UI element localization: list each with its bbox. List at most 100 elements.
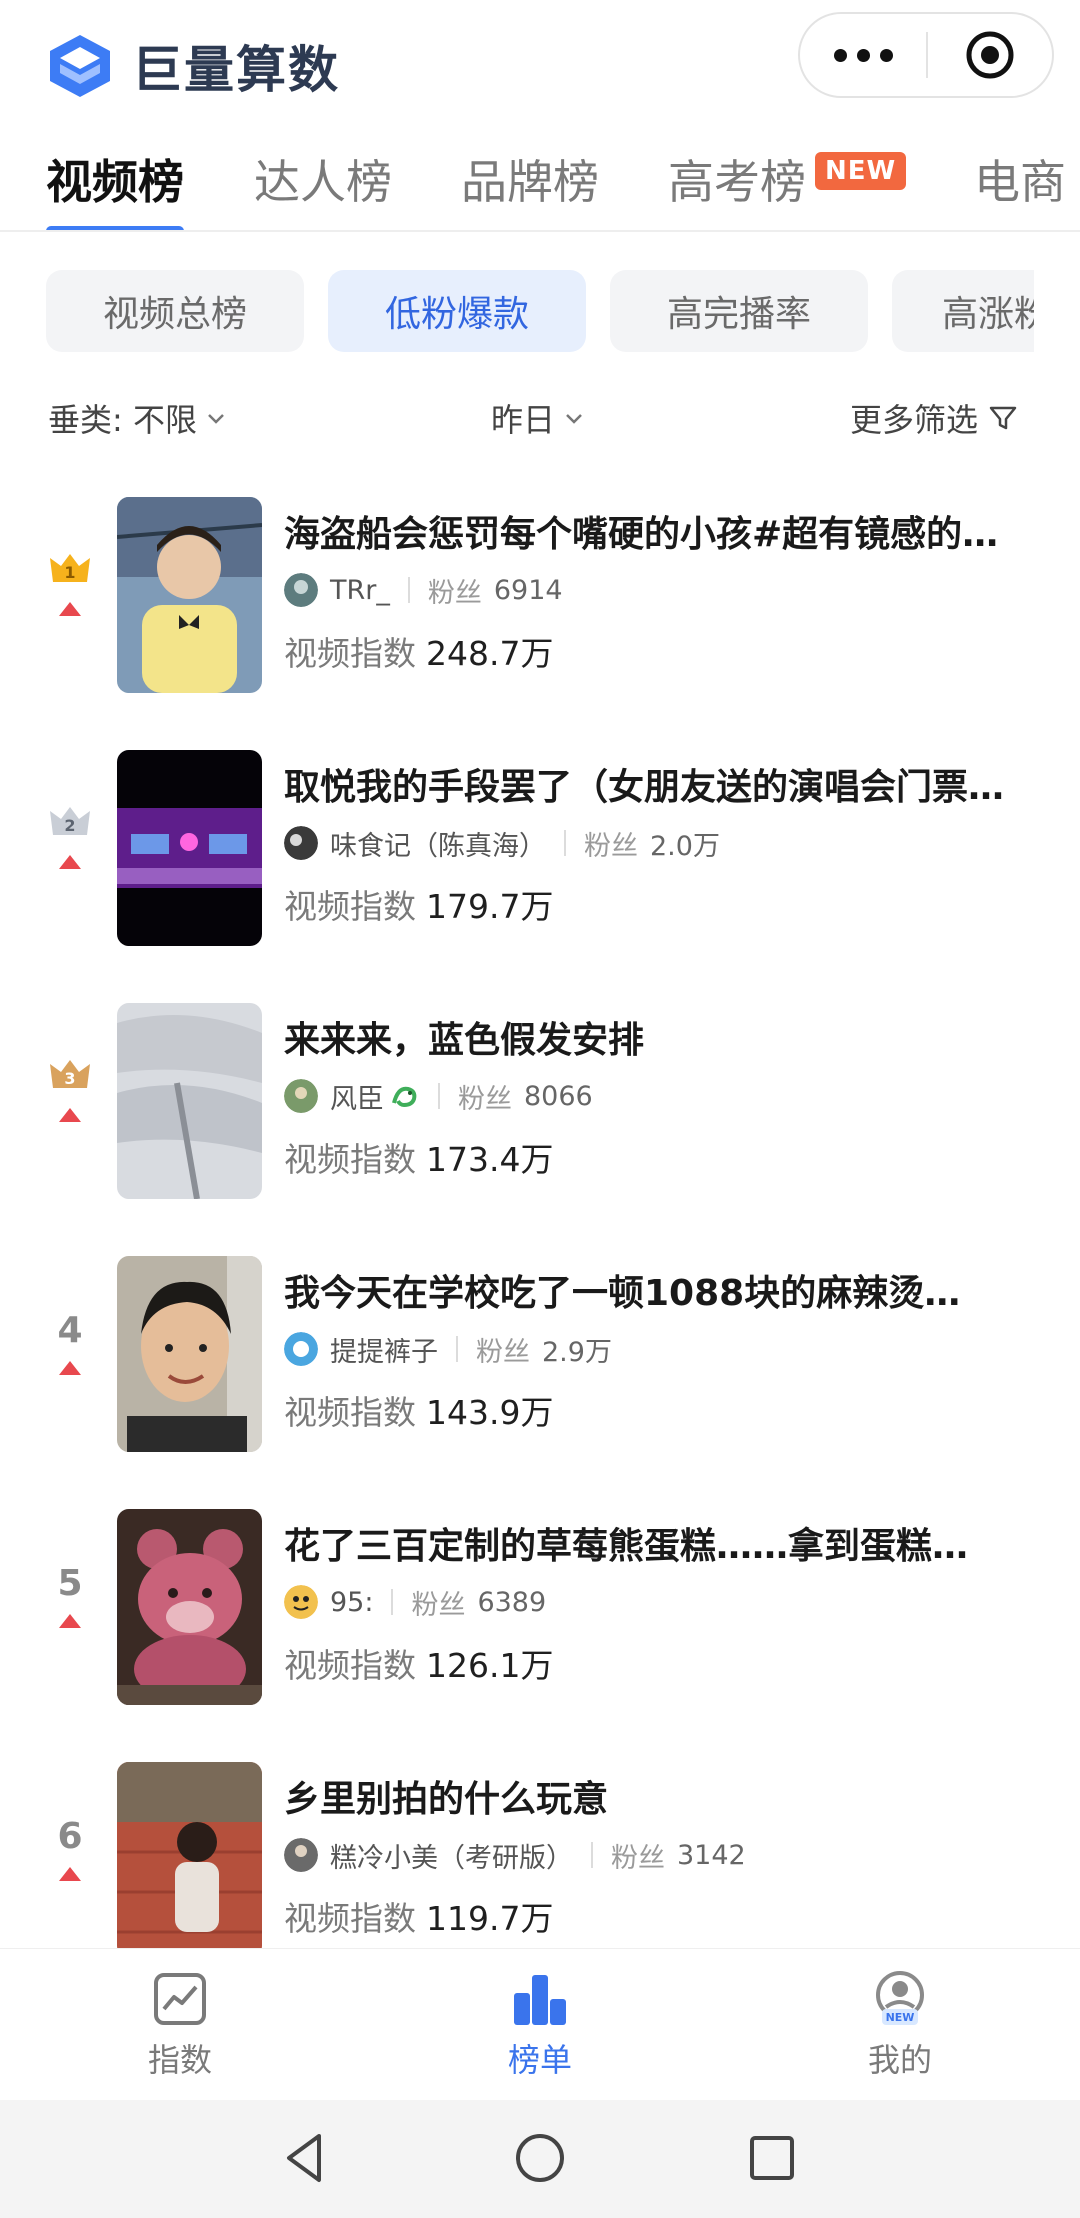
category-filter-label: 垂类: 不限 (48, 401, 197, 439)
index-value: 119.7万 (426, 1899, 554, 1938)
video-meta: 味食记（陈真海） 粉丝 2.0万 (284, 823, 720, 863)
dragon-emoji-icon (392, 1086, 417, 1108)
list-item[interactable]: 4 我今天在学校吃了一顿1088块的麻辣烫… 提提裤子 粉丝 2.9万 视频指数… (0, 1254, 1080, 1454)
video-thumbnail[interactable] (117, 1762, 262, 1958)
list-item[interactable]: 5 花了三百定制的草莓熊蛋糕……拿到蛋糕… 95: 粉丝 6389 视频指数 12… (0, 1507, 1080, 1707)
nav-ranking[interactable]: 榜单 (460, 1969, 620, 2081)
avatar (284, 1838, 318, 1872)
more-icon[interactable] (800, 48, 926, 62)
meta-divider (591, 1842, 593, 1868)
video-index: 视频指数 179.7万 (284, 880, 553, 928)
date-filter[interactable]: 昨日 (491, 395, 585, 441)
filter-bar: 垂类: 不限 昨日 更多筛选 (48, 395, 1032, 445)
tab-creator-rank[interactable]: 达人榜 (254, 146, 392, 212)
category-filter[interactable]: 垂类: 不限 (48, 395, 227, 441)
avatar (284, 1332, 318, 1366)
app-logo: 巨量算数 (48, 30, 340, 102)
mini-program-capsule (798, 12, 1054, 98)
chip-high-completion[interactable]: 高完播率 (610, 270, 868, 352)
video-meta: 提提裤子 粉丝 2.9万 (284, 1329, 612, 1369)
video-thumbnail[interactable] (117, 1256, 262, 1452)
video-meta: TRr_ 粉丝 6914 (284, 570, 563, 610)
author-name: 风臣 (330, 1083, 384, 1115)
rank-indicator: 6 (42, 1815, 98, 1905)
rank-up-icon (59, 1867, 81, 1881)
app-title: 巨量算数 (132, 41, 340, 99)
home-icon[interactable] (510, 2128, 570, 2188)
video-thumbnail[interactable] (117, 497, 262, 693)
bottom-nav: 指数 榜单 NEW 我的 (0, 1948, 1080, 2100)
video-title: 我今天在学校吃了一顿1088块的麻辣烫… (284, 1273, 961, 1314)
tab-gaokao-rank[interactable]: 高考榜 (668, 146, 806, 212)
nav-index[interactable]: 指数 (100, 1969, 260, 2081)
rank-up-icon (59, 1361, 81, 1375)
video-index: 视频指数 119.7万 (284, 1892, 553, 1940)
video-thumbnail[interactable] (117, 1003, 262, 1199)
system-nav-bar (0, 2100, 1080, 2218)
fans-count: 3142 (677, 1839, 746, 1871)
fans-label: 粉丝 (611, 1842, 665, 1874)
rank-number: 3 (64, 1069, 75, 1088)
date-filter-label: 昨日 (491, 401, 556, 439)
avatar (284, 1079, 318, 1113)
index-value: 173.4万 (426, 1140, 554, 1179)
author-name: 糕冷小美（考研版） (330, 1842, 573, 1874)
video-thumbnail[interactable] (117, 750, 262, 946)
rank-up-icon (59, 1108, 81, 1122)
avatar (284, 573, 318, 607)
fans-count: 2.0万 (650, 830, 720, 862)
tab-brand-rank[interactable]: 品牌榜 (461, 146, 599, 212)
profile-icon: NEW (876, 1971, 924, 2025)
rank-number: 5 (57, 1563, 83, 1604)
meta-divider (407, 577, 410, 603)
video-meta: 风臣 粉丝 8066 (284, 1076, 593, 1116)
rank-number: 6 (57, 1816, 83, 1857)
recents-icon[interactable] (742, 2128, 802, 2188)
list-item[interactable]: 6 乡里别拍的什么玩意 糕冷小美（考研版） 粉丝 3142 视频指数 119.7万 (0, 1760, 1080, 1960)
close-target-icon[interactable] (928, 29, 1052, 81)
rank-indicator: 1 (42, 550, 98, 640)
video-thumbnail[interactable] (117, 1509, 262, 1705)
list-item[interactable]: 3 来来来，蓝色假发安排 风臣 粉丝 8066 视频指数 173.4万 (0, 1001, 1080, 1201)
video-title: 来来来，蓝色假发安排 (284, 1020, 645, 1061)
chip-label: 视频总榜 (102, 294, 247, 335)
back-icon[interactable] (275, 2128, 335, 2188)
chip-low-fans-hit[interactable]: 低粉爆款 (328, 270, 586, 352)
app-header: 巨量算数 (0, 0, 1080, 125)
nav-profile[interactable]: NEW 我的 (820, 1969, 980, 2081)
silver-crown-icon: 2 (50, 807, 90, 835)
main-tabs: 视频榜 达人榜 品牌榜 高考榜 NEW 电商 (0, 128, 1080, 232)
more-filter[interactable]: 更多筛选 (850, 395, 1018, 441)
index-label: 视频指数 (284, 634, 416, 673)
author-name: 味食记（陈真海） (330, 830, 546, 862)
author-name: TRr_ (330, 574, 390, 606)
index-value: 248.7万 (426, 634, 554, 673)
fans-label: 粉丝 (584, 830, 638, 862)
nav-label: 我的 (867, 2041, 932, 2079)
index-label: 视频指数 (284, 1899, 416, 1938)
video-index: 视频指数 143.9万 (284, 1386, 553, 1434)
meta-divider (391, 1589, 394, 1615)
rank-number: 2 (64, 816, 75, 835)
tab-label: 品牌榜 (461, 155, 599, 209)
tab-label: 视频榜 (46, 155, 184, 209)
index-value: 179.7万 (426, 887, 554, 926)
index-label: 视频指数 (284, 1393, 416, 1432)
tab-video-rank[interactable]: 视频榜 (46, 146, 184, 230)
list-item[interactable]: 1 海盗船会惩罚每个嘴硬的小孩#超有镜感的… TRr_ 粉丝 6914 视频指数… (0, 495, 1080, 695)
author-name: 95: (330, 1586, 374, 1618)
video-meta: 95: 粉丝 6389 (284, 1582, 546, 1622)
fans-count: 8066 (524, 1080, 593, 1112)
chip-high-growth[interactable]: 高涨粉 (892, 270, 1034, 352)
chip-video-total[interactable]: 视频总榜 (46, 270, 304, 352)
rank-number: 4 (57, 1310, 83, 1351)
tab-label: 高考榜 (668, 155, 806, 209)
fans-label: 粉丝 (427, 577, 482, 609)
nav-label: 指数 (147, 2041, 212, 2079)
list-item[interactable]: 2 取悦我的手段罢了（女朋友送的演唱会门票… 味食记（陈真海） 粉丝 2.0万 … (0, 748, 1080, 948)
tab-label: 电商 (974, 155, 1066, 209)
chip-label: 低粉爆款 (384, 294, 529, 335)
tab-ecommerce-rank[interactable]: 电商 (974, 146, 1066, 212)
meta-divider (456, 1336, 458, 1362)
chip-label: 高完播率 (666, 294, 811, 335)
